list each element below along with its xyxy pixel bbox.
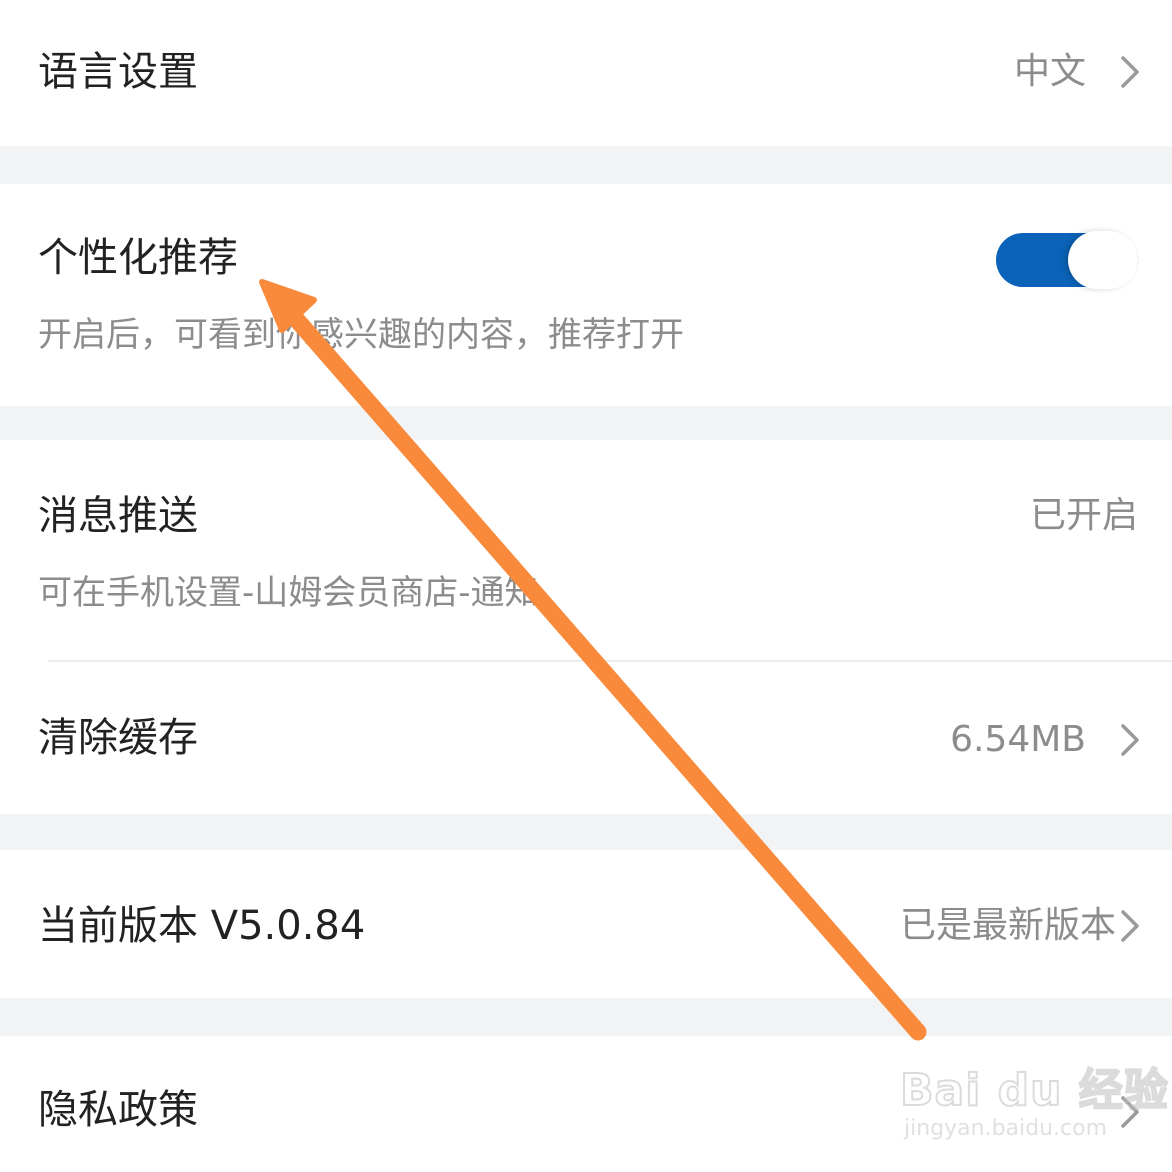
personalized-recommendation-desc: 开启后，可看到你感兴趣的内容，推荐打开 bbox=[38, 315, 684, 355]
privacy-policy-label: 隐私政策 bbox=[38, 1087, 198, 1133]
version-status-value: 已是最新版本 bbox=[899, 905, 1116, 946]
baidu-jingyan-watermark: Bai du 经验 jingyan.baidu.com bbox=[898, 1040, 1169, 1150]
chevron-right-icon bbox=[1121, 724, 1139, 756]
message-push-row[interactable]: 消息推送 已开启 可在手机设置-山姆会员商店-通知 bbox=[0, 440, 1172, 662]
chevron-right-icon bbox=[1121, 56, 1139, 88]
personalized-recommendation-toggle[interactable] bbox=[996, 231, 1138, 289]
cache-size-value: 6.54MB bbox=[950, 719, 1086, 760]
watermark-url: jingyan.baidu.com bbox=[904, 1116, 1108, 1141]
clear-cache-row[interactable]: 清除缓存 6.54MB bbox=[0, 662, 1172, 814]
current-version-row[interactable]: 当前版本 V5.0.84 已是最新版本 bbox=[0, 850, 1172, 998]
message-push-value: 已开启 bbox=[1029, 495, 1138, 536]
current-version-label: 当前版本 V5.0.84 bbox=[38, 903, 366, 949]
language-setting-row[interactable]: 语言设置 中文 bbox=[0, 0, 1172, 146]
toggle-knob bbox=[1068, 231, 1138, 289]
watermark-logo-text: Bai du 经验 bbox=[899, 1064, 1169, 1117]
personalized-recommendation-row: 个性化推荐 开启后，可看到你感兴趣的内容，推荐打开 bbox=[0, 184, 1172, 406]
message-push-label: 消息推送 bbox=[38, 493, 198, 539]
language-value: 中文 bbox=[1013, 51, 1086, 92]
message-push-desc: 可在手机设置-山姆会员商店-通知 bbox=[38, 573, 539, 613]
chevron-right-icon bbox=[1121, 910, 1139, 942]
language-setting-label: 语言设置 bbox=[38, 49, 198, 95]
clear-cache-label: 清除缓存 bbox=[38, 715, 198, 761]
personalized-recommendation-label: 个性化推荐 bbox=[38, 235, 238, 281]
